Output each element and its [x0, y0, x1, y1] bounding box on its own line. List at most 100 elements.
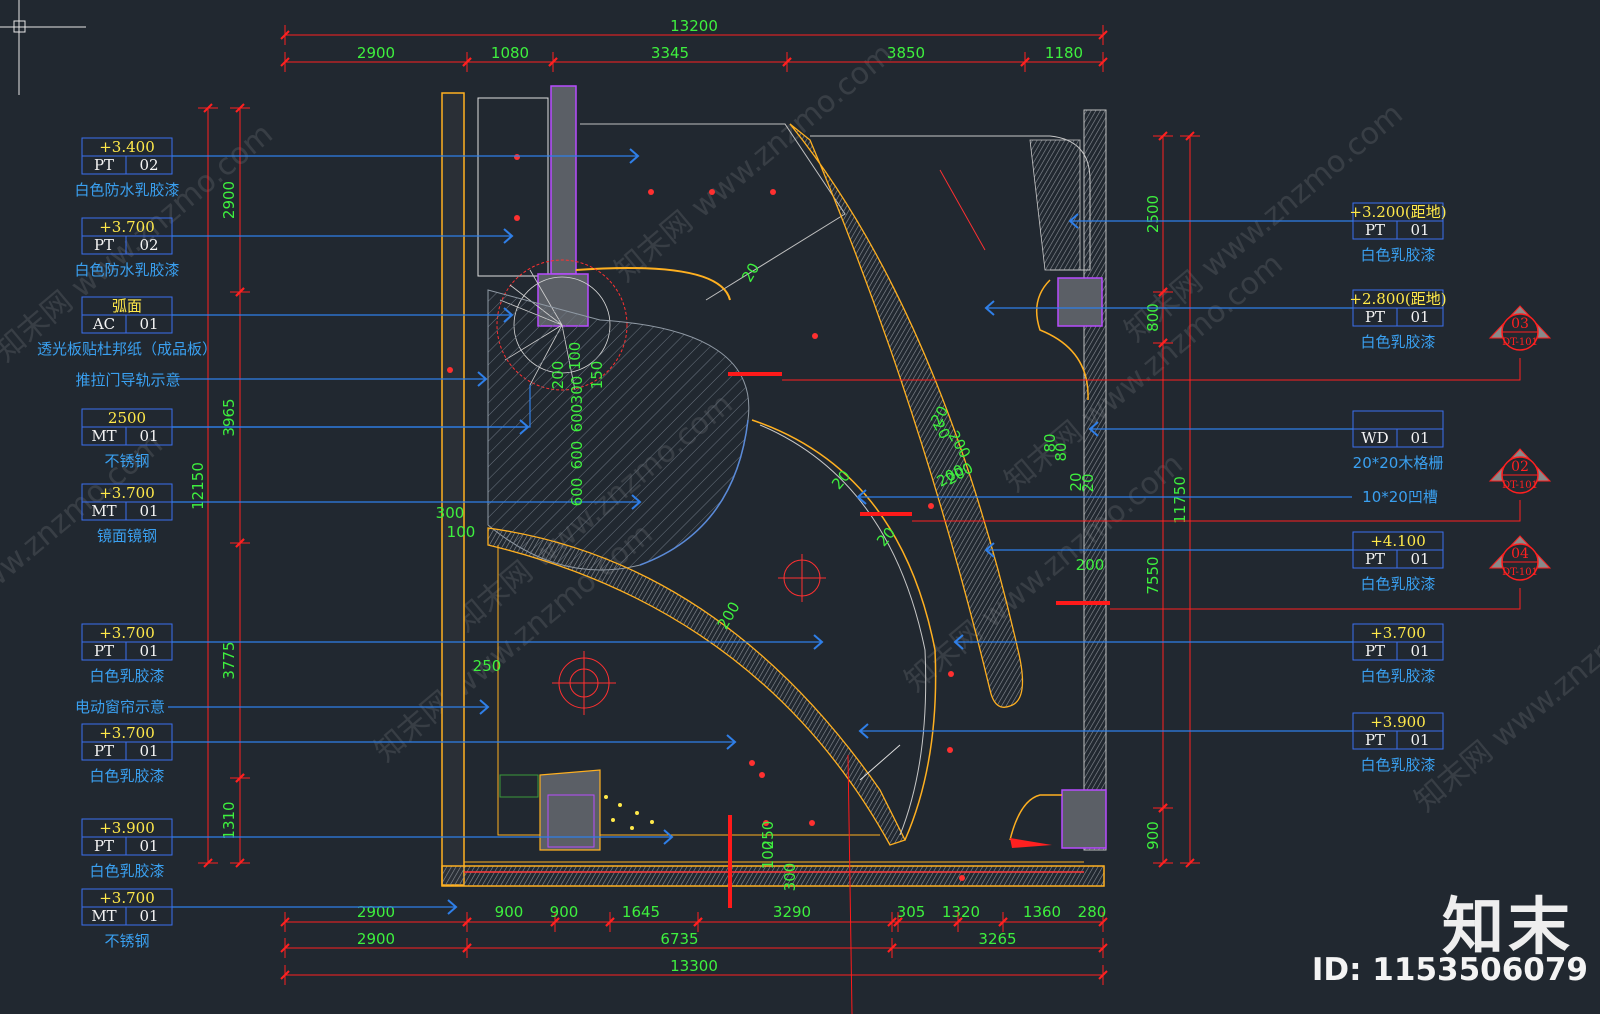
inner-dim-label: 80 [1052, 442, 1070, 461]
curtain-note: 电动窗帘示意 [75, 698, 165, 716]
west-wall [441, 92, 465, 886]
section-marker: 03 DT-101 [1488, 305, 1552, 351]
material-tag: 弧面AC 01 透光板贴杜邦纸（成品板） [37, 296, 514, 358]
inner-dim-label: 200 [1076, 556, 1105, 574]
tag-number: 01 [139, 742, 158, 760]
material-tag: +3.900PT 01 白色乳胶漆 [858, 712, 1444, 774]
tag-number: 02 [139, 236, 158, 254]
tag-number: 01 [1410, 308, 1429, 326]
dim-bottom-segment: 2900 [357, 903, 395, 921]
inner-dim-label: 150 [588, 361, 606, 390]
tag-code: PT [94, 837, 114, 855]
tag-code: PT [94, 236, 114, 254]
tag-number: 01 [139, 427, 158, 445]
tag-number: 01 [139, 642, 158, 660]
inner-dim-label: 300 [781, 863, 799, 892]
tag-code: PT [1365, 550, 1385, 568]
cad-drawing: 知末网 www.znzmo.com 知末网 www.znzmo.com 知末网 ww… [0, 0, 1600, 1014]
tag-code: MT [91, 907, 116, 925]
watermark-text: 知末网 www.znzmo.com [1408, 566, 1600, 818]
tag-description: 白色乳胶漆 [89, 767, 164, 785]
dim-bottom-group: 3265 [978, 930, 1016, 948]
tag-description: 透光板贴杜邦纸（成品板） [37, 340, 217, 358]
tag-code: PT [1365, 642, 1385, 660]
material-tag: WD 01 20*20木格栅 [1088, 410, 1444, 472]
dim-right-segment: 2500 [1144, 195, 1162, 233]
tag-number: 01 [139, 502, 158, 520]
marker-sheet: DT-101 [1502, 337, 1538, 348]
curved-grille [789, 123, 1024, 708]
dim-top-segment: 1180 [1045, 44, 1083, 62]
tag-code: PT [1365, 221, 1385, 239]
tag-description: 20*20木格栅 [1353, 454, 1444, 472]
marker-sheet: DT-101 [1502, 480, 1538, 491]
tag-elevation: +3.700 [1370, 624, 1426, 642]
inner-dim-label: 600 [568, 441, 586, 470]
marker-number: 02 [1511, 459, 1529, 475]
tag-number: 01 [1410, 642, 1429, 660]
marker-number: 04 [1511, 546, 1529, 562]
tag-elevation: +3.700 [99, 624, 155, 642]
left-material-tags: +3.400PT 02白色防水乳胶漆+3.700PT 02白色防水乳胶漆弧面AC 01… [37, 137, 824, 950]
tag-number: 02 [139, 156, 158, 174]
tag-description: 白色乳胶漆 [1360, 667, 1435, 685]
section-marker: 02 DT-101 [1488, 448, 1552, 494]
tag-description: 白色乳胶漆 [1360, 246, 1435, 264]
tag-elevation: +4.100 [1370, 532, 1426, 550]
dim-right-total: 11750 [1171, 476, 1189, 524]
column [1057, 277, 1103, 327]
dim-bottom-segment: 3290 [773, 903, 811, 921]
tag-description: 白色乳胶漆 [1360, 575, 1435, 593]
dim-bottom-segment: 280 [1078, 903, 1107, 921]
dim-left-segment: 2900 [220, 181, 238, 219]
tag-description: 不锈钢 [104, 452, 149, 470]
inner-dim-label: 20 [1067, 472, 1085, 491]
tag-code: MT [91, 427, 116, 445]
dim-bottom-segment: 900 [550, 903, 579, 921]
tag-code: PT [94, 742, 114, 760]
ucs-icon [0, 0, 86, 95]
dim-top-total: 13200 [670, 17, 718, 35]
dim-bottom-segment: 900 [495, 903, 524, 921]
tag-description: 白色防水乳胶漆 [74, 181, 179, 199]
tag-elevation: 2500 [108, 409, 146, 427]
tag-code: PT [1365, 308, 1385, 326]
inner-dim-label: 20 [738, 260, 763, 286]
inner-dim-label: 250 [759, 821, 777, 850]
tag-elevation: +3.700 [99, 724, 155, 742]
tag-number: 01 [1410, 731, 1429, 749]
tag-code: WD [1361, 429, 1388, 447]
section-marker: 04 DT-101 [1488, 535, 1552, 581]
tag-elevation: +3.700 [99, 218, 155, 236]
tag-number: 01 [139, 837, 158, 855]
tag-number: 01 [1410, 221, 1429, 239]
groove-note: 10*20凹槽 [1362, 488, 1438, 506]
brand-id: ID: 1153506079 [1311, 952, 1588, 988]
marker-number: 03 [1511, 316, 1529, 332]
tag-description: 白色防水乳胶漆 [74, 261, 179, 279]
dim-top-segment: 1080 [491, 44, 529, 62]
dim-top-segment: 2900 [357, 44, 395, 62]
tag-elevation: +3.400 [99, 138, 155, 156]
column [550, 85, 577, 275]
section-markers: 03 DT-101 02 DT-101 04 DT-101 [1488, 305, 1552, 581]
dim-left-segment: 3775 [220, 641, 238, 679]
tag-description: 白色乳胶漆 [89, 862, 164, 880]
inner-dim-label: 600 [568, 478, 586, 507]
dim-bottom-segment: 1645 [622, 903, 660, 921]
tag-code: AC [92, 315, 115, 333]
marker-sheet: DT-101 [1502, 567, 1538, 578]
tag-elevation: +3.900 [99, 819, 155, 837]
inner-dim-label: 300 [568, 376, 586, 405]
tag-number: 01 [139, 907, 158, 925]
watermark-text: 知末网 www.znzmo.com [998, 246, 1289, 498]
dim-bottom-segment: 1360 [1023, 903, 1061, 921]
material-tag: +3.700MT 01 不锈钢 [81, 888, 458, 950]
rail-note: 推拉门导轨示意 [75, 371, 180, 389]
inner-dim-label: 100 [447, 523, 476, 541]
tag-elevation: +3.200(距地) [1349, 203, 1446, 221]
inner-dim-label: 200 [549, 361, 567, 390]
dim-right-segment: 900 [1144, 821, 1162, 850]
dim-top-segment: 3850 [887, 44, 925, 62]
tag-code: MT [91, 502, 116, 520]
